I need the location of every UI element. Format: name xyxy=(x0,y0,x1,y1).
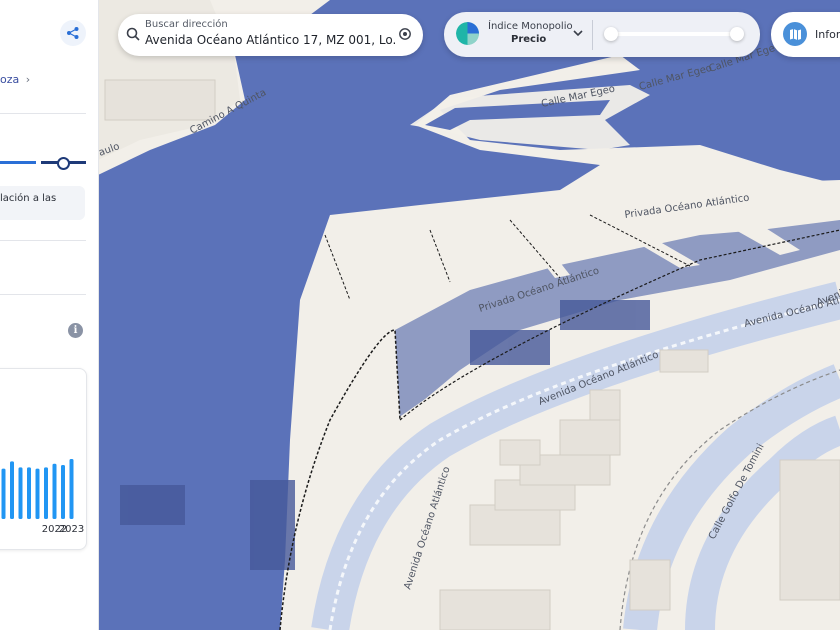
search-icon xyxy=(126,27,140,41)
info-button[interactable]: Inform xyxy=(771,12,840,57)
divider xyxy=(592,20,593,50)
chart-bar[interactable] xyxy=(52,463,57,519)
slider-fill xyxy=(0,161,36,164)
divider xyxy=(0,294,86,295)
chart-card: 2022 2023 xyxy=(0,368,87,550)
divider xyxy=(0,240,86,241)
breadcrumb[interactable]: oza › xyxy=(0,73,30,86)
map-icon xyxy=(783,22,807,46)
address-search[interactable]: Buscar dirección Avenida Océano Atlántic… xyxy=(118,14,423,56)
search-input[interactable]: Avenida Océano Atlántico 17, MZ 001, Lo.… xyxy=(145,33,395,47)
chart-bar[interactable] xyxy=(61,465,65,519)
chart-bar[interactable] xyxy=(69,459,74,519)
bar-chart: 20222023 xyxy=(1,459,84,535)
share-button[interactable] xyxy=(60,20,86,46)
info-button-label: Inform xyxy=(815,28,840,41)
search-label: Buscar dirección xyxy=(145,19,228,30)
range-slider[interactable] xyxy=(0,157,86,170)
index-gauge-icon xyxy=(456,22,479,45)
slider-handle[interactable] xyxy=(57,157,70,170)
index-value: Precio xyxy=(511,34,547,45)
breadcrumb-label: oza xyxy=(0,73,20,86)
index-range-slider[interactable] xyxy=(604,27,744,41)
index-label: Índice Monopolio xyxy=(488,21,573,32)
index-selector[interactable]: Índice Monopolio Precio xyxy=(444,12,760,57)
range-handle-min[interactable] xyxy=(604,27,618,41)
info-note-text: lación a las xyxy=(0,193,57,204)
range-handle-max[interactable] xyxy=(730,27,744,41)
info-icon[interactable]: i xyxy=(68,323,83,338)
chart-bar[interactable] xyxy=(10,461,14,519)
map-view[interactable]: Calle Mar Egeo Calle Mar Egeo Calle Mar … xyxy=(98,0,840,630)
divider xyxy=(0,113,86,114)
chart-bar[interactable] xyxy=(1,468,6,519)
chevron-down-icon[interactable] xyxy=(572,28,584,38)
chart-bar[interactable] xyxy=(18,467,23,519)
share-icon xyxy=(67,27,79,39)
locate-icon[interactable] xyxy=(398,27,412,41)
chart-bar[interactable] xyxy=(44,467,48,519)
sidebar: oza › lación a las i 2022 2023 xyxy=(0,0,99,630)
chevron-right-icon: › xyxy=(25,73,31,86)
chart-bar[interactable] xyxy=(35,468,40,519)
x-tick-label: 2023 xyxy=(59,524,84,535)
chart-bar[interactable] xyxy=(27,467,31,519)
